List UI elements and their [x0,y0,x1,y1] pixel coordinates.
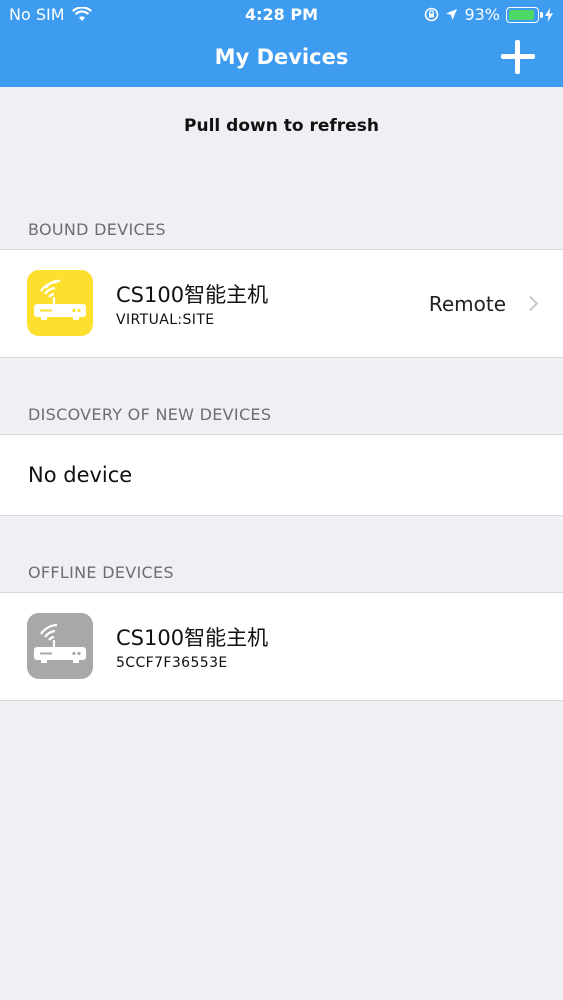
router-icon [27,270,93,336]
navigation-bar: No SIM 4:28 PM 93% My Devices [0,0,563,87]
device-subtitle: VIRTUAL:SITE [116,312,215,328]
router-icon [27,613,93,679]
battery-percent: 93% [464,5,500,24]
offline-device-row[interactable]: CS100智能主机 5CCF7F36553E [0,592,563,701]
charging-bolt-icon [545,7,553,22]
device-name: CS100智能主机 [116,626,269,650]
status-right: 93% [424,5,553,24]
status-bar: No SIM 4:28 PM 93% [0,0,563,30]
page-title: My Devices [214,45,349,69]
section-header-discovery: DISCOVERY OF NEW DEVICES [28,405,272,424]
device-name: CS100智能主机 [116,283,269,307]
pull-to-refresh-hint: Pull down to refresh [184,116,379,136]
section-header-bound: BOUND DEVICES [28,220,166,239]
orientation-lock-icon [425,7,439,22]
section-header-offline: OFFLINE DEVICES [28,563,174,582]
battery-fill [509,9,535,20]
connection-status: Remote [428,292,506,316]
add-device-button[interactable] [501,40,535,74]
battery-icon [506,6,543,23]
no-device-label: No device [28,463,133,487]
bound-device-row[interactable]: CS100智能主机 VIRTUAL:SITE Remote [0,249,563,358]
location-arrow-icon [446,9,458,20]
chevron-right-icon [522,295,539,312]
discovery-row: No device [0,434,563,516]
device-subtitle: 5CCF7F36553E [116,655,228,671]
